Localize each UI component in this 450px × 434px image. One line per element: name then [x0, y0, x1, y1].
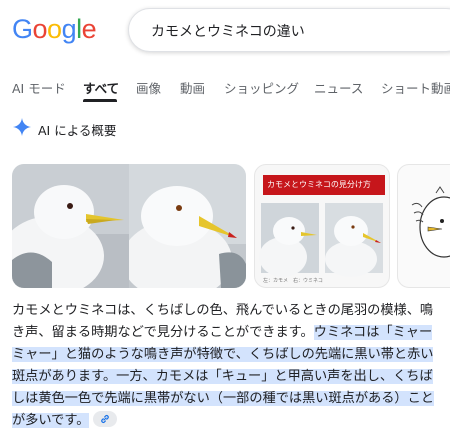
active-tab-indicator [83, 99, 117, 102]
bird-illustration [411, 186, 450, 258]
logo-letter: G [12, 14, 33, 44]
header: Google カモメとウミネコの違い [0, 0, 450, 64]
sparkle-icon [13, 118, 31, 136]
tab-shopping[interactable]: ショッピング [224, 78, 299, 97]
logo-letter: e [81, 14, 97, 44]
search-input[interactable]: カモメとウミネコの違い [128, 8, 450, 52]
tab-videos[interactable]: 動画 [180, 78, 205, 97]
tab-ai-mode[interactable]: AI モード [12, 78, 66, 97]
tab-images[interactable]: 画像 [136, 78, 161, 97]
search-query-text: カモメとウミネコの違い [151, 24, 305, 40]
logo-letter: g [61, 14, 77, 44]
comparison-banner-text: カモメとウミネコの見分け方 [267, 180, 371, 189]
image-carousel: カモメとウミネコの見分け方 左：カモメ 右：ウミネコ [12, 164, 450, 288]
ai-overview-label: AI による概要 [38, 123, 117, 138]
gull-photo-right [129, 164, 246, 288]
gull-photo-left [12, 164, 129, 288]
logo-letter: o [47, 14, 62, 44]
tab-short-videos[interactable]: ショート動画 [381, 78, 450, 97]
google-logo[interactable]: Google [12, 14, 97, 44]
ai-overview-answer: カモメとウミネコは、くちばしの色、飛んでいるときの尾羽の模様、鳴き声、留まる時期… [12, 300, 442, 432]
comparison-photos [259, 203, 383, 277]
logo-letter: o [32, 14, 48, 44]
comparison-caption: 左：カモメ 右：ウミネコ [263, 278, 323, 284]
source-link-button[interactable] [93, 411, 118, 427]
comparison-image-card[interactable]: カモメとウミネコの見分け方 左：カモメ 右：ウミネコ [254, 164, 390, 288]
tab-all[interactable]: すべて [83, 78, 119, 97]
link-icon [101, 414, 110, 424]
illustration-image-card[interactable] [397, 164, 450, 288]
gull-photo-card[interactable] [12, 164, 246, 288]
answer-highlighted: ウミネコは「ミャーミャー」と猫のような鳴き声が特徴で、くちばしの先端に黒い帯と赤… [12, 325, 434, 428]
tab-news[interactable]: ニュース [314, 78, 363, 97]
comparison-banner: カモメとウミネコの見分け方 [263, 175, 385, 195]
search-tabs: AI モード すべて 画像 動画 ショッピング ニュース ショート動画 [0, 72, 450, 106]
